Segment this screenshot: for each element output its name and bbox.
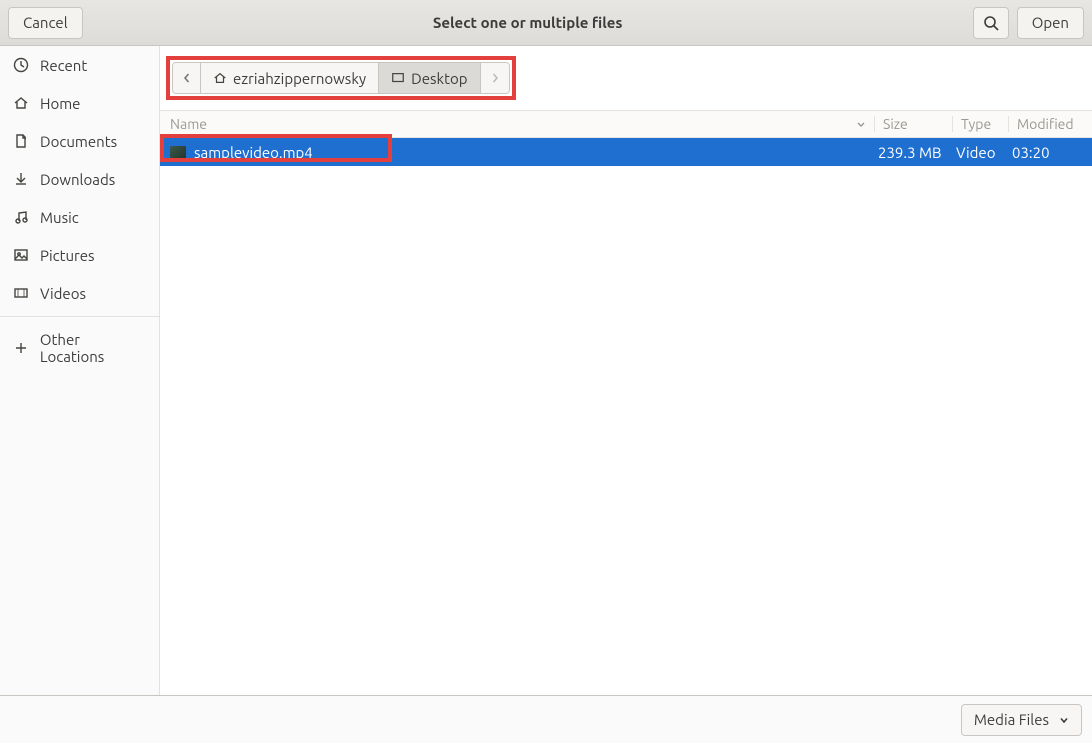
home-icon [213,71,227,85]
path-segment-home[interactable]: ezriahzippernowsky [201,63,379,93]
column-header-size[interactable]: Size [874,116,952,132]
desktop-icon [391,71,405,85]
open-button[interactable]: Open [1017,7,1084,39]
file-area: ezriahzippernowsky Desktop Name Size [160,46,1092,695]
search-icon [983,15,999,31]
chevron-right-icon [490,73,500,83]
file-filter-dropdown[interactable]: Media Files [961,704,1082,736]
home-icon [12,94,30,112]
path-segment-desktop[interactable]: Desktop [379,63,480,93]
file-size: 239.3 MB [874,144,952,161]
titlebar: Cancel Select one or multiple files Open [0,0,1092,46]
path-segment-label: Desktop [411,70,467,87]
video-icon [12,284,30,302]
annotation-highlight: ezriahzippernowsky Desktop [166,56,516,100]
clock-icon [12,56,30,74]
footer-bar: Media Files [0,695,1092,743]
cancel-button[interactable]: Cancel [8,7,83,39]
sidebar-item-label: Videos [40,285,86,302]
download-icon [12,170,30,188]
sidebar-item-recent[interactable]: Recent [0,46,159,84]
file-list: samplevideo.mp4 239.3 MB Video 03:20 [160,138,1092,166]
sidebar-item-music[interactable]: Music [0,198,159,236]
sidebar-separator [0,316,159,317]
column-headers: Name Size Type Modified [160,110,1092,138]
sidebar-item-other-locations[interactable]: Other Locations [0,321,159,375]
column-header-name[interactable]: Name [160,116,874,132]
chevron-left-icon [182,73,192,83]
column-header-type[interactable]: Type [952,116,1008,132]
sidebar-item-pictures[interactable]: Pictures [0,236,159,274]
sidebar-item-videos[interactable]: Videos [0,274,159,312]
file-modified: 03:20 [1008,144,1092,161]
pathbar: ezriahzippernowsky Desktop [172,62,510,94]
picture-icon [12,246,30,264]
sidebar-item-label: Pictures [40,247,95,264]
path-forward-button[interactable] [481,63,509,93]
dialog-title: Select one or multiple files [91,14,965,31]
sidebar-item-label: Music [40,209,79,226]
music-icon [12,208,30,226]
column-header-modified[interactable]: Modified [1008,116,1092,132]
sidebar-item-downloads[interactable]: Downloads [0,160,159,198]
file-name: samplevideo.mp4 [194,144,313,161]
sidebar-item-label: Documents [40,133,117,150]
path-back-button[interactable] [173,63,201,93]
search-button[interactable] [973,7,1009,39]
sidebar-item-documents[interactable]: Documents [0,122,159,160]
sidebar-item-home[interactable]: Home [0,84,159,122]
video-thumbnail-icon [170,146,186,158]
plus-icon [12,339,30,357]
places-sidebar: Recent Home Documents Downloads Music Pi… [0,46,160,695]
sidebar-item-label: Downloads [40,171,115,188]
path-segment-label: ezriahzippernowsky [233,70,366,87]
sidebar-item-label: Other Locations [40,331,147,365]
sidebar-item-label: Recent [40,57,87,74]
file-row[interactable]: samplevideo.mp4 239.3 MB Video 03:20 [160,138,1092,166]
filter-label: Media Files [974,711,1049,728]
sort-indicator-icon [856,119,866,129]
chevron-down-icon [1059,715,1069,725]
document-icon [12,132,30,150]
sidebar-item-label: Home [40,95,80,112]
file-type: Video [952,144,1008,161]
